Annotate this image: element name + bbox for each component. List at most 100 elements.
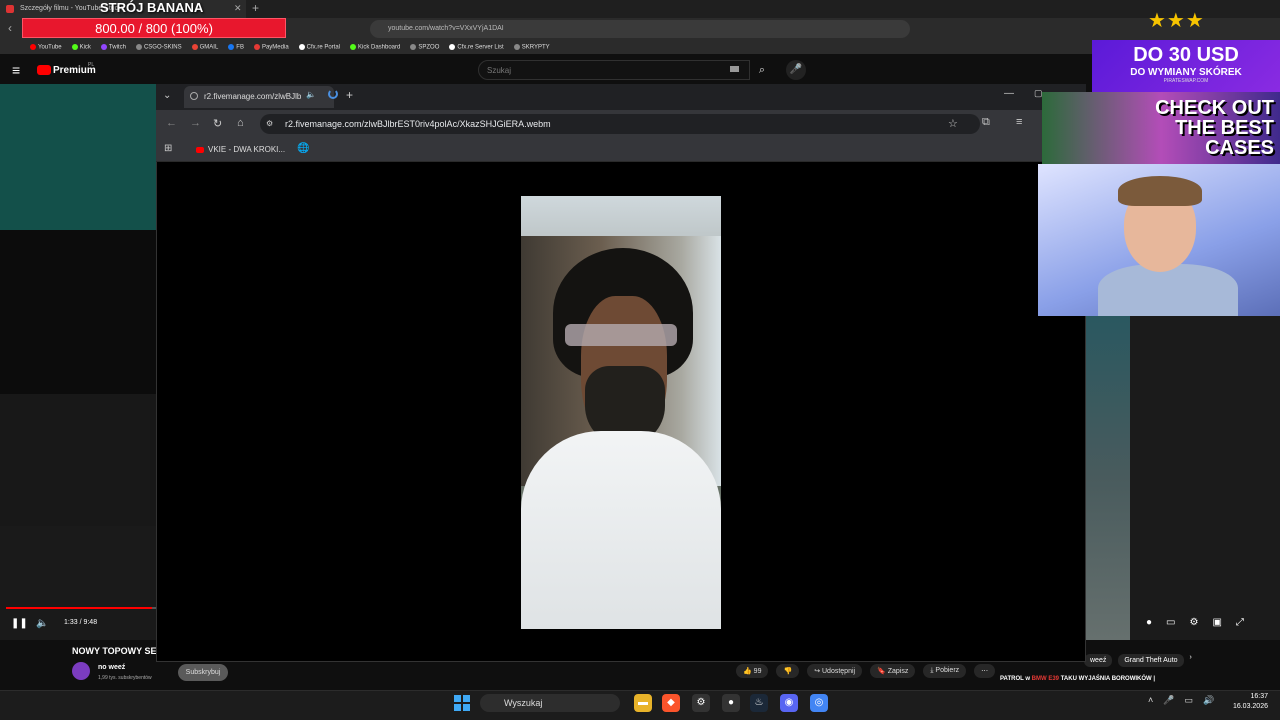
youtube-logo-icon[interactable] <box>37 65 51 75</box>
media-controls-icon[interactable]: ≡ <box>1016 116 1022 128</box>
microphone-icon[interactable]: 🎤 <box>1163 695 1174 706</box>
video-background-segment <box>0 230 156 394</box>
character-sunglasses <box>565 324 677 346</box>
bookmark-item[interactable]: Kick Dashboard <box>350 43 400 50</box>
bookmark-label: YouTube <box>38 44 62 51</box>
search-button[interactable]: ⌕ <box>750 60 774 80</box>
promo-subline: DO WYMIANY SKÓREK <box>1130 67 1242 78</box>
steam-icon[interactable]: ♨ <box>750 694 768 712</box>
inner-address-bar[interactable]: r2.fivemanage.com/zlwBJlbrEST0riv4polAc/… <box>260 114 980 134</box>
bookmark-item[interactable]: PayMedia <box>253 43 289 50</box>
back-icon[interactable]: ‹ <box>8 21 12 35</box>
close-icon[interactable]: ✕ <box>234 3 242 14</box>
settings-icon[interactable]: ⚙ <box>692 694 710 712</box>
obs-icon[interactable]: ● <box>722 694 740 712</box>
theater-icon[interactable]: ▣ <box>1212 617 1221 628</box>
recommendation-title[interactable]: PATROL w BMW E39 TAKU WYJAŚNIA BOROWIKÓW… <box>1000 676 1155 682</box>
reco-highlight: BMW E39 <box>1031 676 1060 682</box>
chrome-icon[interactable]: ◎ <box>810 694 828 712</box>
promo-site: PIRATESWAP.COM <box>1163 78 1209 84</box>
bookmark-label: SPZOO <box>418 44 440 51</box>
fullscreen-icon[interactable]: ⤢ <box>1236 617 1244 628</box>
bookmark-star-icon[interactable]: ☆ <box>948 117 958 130</box>
save-button[interactable]: 🔖 Zapisz <box>870 664 916 678</box>
bookmark-item[interactable]: CSGO-SKINS <box>135 43 182 51</box>
search-input[interactable]: Szukaj <box>478 60 750 80</box>
progress-bar[interactable] <box>6 607 152 609</box>
avatar[interactable] <box>72 662 90 680</box>
subtitles-icon[interactable]: ▭ <box>1166 617 1175 628</box>
network-icon[interactable]: ▭ <box>1184 695 1193 706</box>
menu-icon[interactable]: ≡ <box>12 62 20 78</box>
site-info-icon[interactable]: ⚙ <box>266 119 273 128</box>
brave-browser-icon[interactable]: ◆ <box>662 694 680 712</box>
like-button[interactable]: 👍 99 <box>736 664 769 678</box>
bookmark-favicon-icon <box>298 43 305 50</box>
bookmark-label: Twitch <box>108 44 126 51</box>
microphone-icon[interactable]: 🎤 <box>786 60 806 80</box>
bookmark-item[interactable]: YouTube <box>30 43 62 51</box>
reload-icon[interactable]: ↻ <box>213 117 222 130</box>
promo-headline: DO 30 USD <box>1133 44 1239 66</box>
webm-video-player[interactable] <box>521 196 721 629</box>
bookmark-item[interactable]: Cfx.re Server List <box>449 43 504 50</box>
bookmark-item[interactable]: Kick <box>71 43 91 50</box>
globe-icon[interactable]: 🌐 <box>297 143 309 154</box>
share-button[interactable]: ↪ Udostępnij <box>807 664 863 678</box>
bookmark-favicon-icon <box>350 43 356 50</box>
back-icon[interactable]: ← <box>166 117 177 129</box>
video-background-segment <box>1130 316 1280 640</box>
outer-address-bar[interactable]: youtube.com/watch?v=VXxVYjA1DAI <box>370 20 910 38</box>
apps-grid-icon[interactable]: ⊞ <box>164 143 172 154</box>
chip-bar: weeź Grand Theft Auto › <box>1084 654 1192 667</box>
start-icon[interactable] <box>454 695 470 711</box>
new-tab-icon[interactable]: + <box>346 88 353 102</box>
channel-name[interactable]: no weeź <box>98 664 125 671</box>
cases-banner-text: CHECK OUT THE BEST CASES <box>1155 97 1274 159</box>
loading-icon[interactable] <box>328 89 338 99</box>
tab-search-icon[interactable]: ⌄ <box>163 90 171 101</box>
youtube-icon <box>196 146 204 153</box>
bookmark-item[interactable]: GMAIL <box>191 43 218 50</box>
audio-icon[interactable]: 🔈 <box>306 90 316 99</box>
video-background-segment <box>0 84 156 230</box>
youtube-studio-icon <box>6 5 14 13</box>
bookmark-item[interactable]: VKIE - DWA KROKI... <box>196 145 285 154</box>
new-tab-icon[interactable]: + <box>252 1 259 15</box>
home-icon[interactable]: ⌂ <box>237 117 244 129</box>
bookmark-favicon-icon <box>135 43 142 50</box>
keyboard-icon[interactable] <box>730 66 739 72</box>
chevron-up-icon[interactable]: ˄ <box>1148 695 1153 706</box>
bookmark-item[interactable]: Twitch <box>100 43 126 51</box>
chip[interactable]: Grand Theft Auto <box>1118 654 1184 667</box>
discord-icon[interactable]: ◉ <box>780 694 798 712</box>
forward-icon[interactable]: → <box>190 117 201 129</box>
bookmark-item[interactable]: SKRYPTY <box>513 43 550 50</box>
file-explorer-icon[interactable]: ▬ <box>634 694 652 712</box>
minimize-icon[interactable]: — <box>1004 88 1014 99</box>
taskbar-search[interactable]: Wyszukaj <box>480 694 620 712</box>
bookmark-item[interactable]: SPZOO <box>410 43 440 51</box>
volume-icon[interactable]: 🔈 <box>36 618 48 629</box>
download-button[interactable]: ⤓ Pobierz <box>923 664 967 678</box>
autoplay-icon[interactable]: ● <box>1146 617 1152 628</box>
pause-icon[interactable]: ❚❚ <box>11 618 28 629</box>
chevron-right-icon[interactable]: › <box>1190 654 1192 667</box>
bookmark-label: CSGO-SKINS <box>143 44 182 51</box>
settings-icon[interactable]: ⚙ <box>1190 617 1199 628</box>
bookmark-item[interactable]: FB <box>228 43 244 50</box>
dislike-button[interactable]: 👎 <box>776 664 800 678</box>
chip[interactable]: weeź <box>1084 654 1113 667</box>
subscribe-button[interactable]: Subskrybuj <box>178 664 228 681</box>
bookmark-favicon-icon <box>100 43 107 50</box>
bookmark-item[interactable]: Cfx.re Portal <box>298 43 340 50</box>
clock[interactable]: 16:37 16.03.2026 <box>1228 692 1268 712</box>
streamer-hoodie <box>1098 264 1238 316</box>
extensions-icon[interactable]: ⧉ <box>982 116 990 129</box>
clock-date: 16.03.2026 <box>1232 703 1268 710</box>
player-controls-right: ● ▭ ⚙ ▣ ⤢ <box>1146 617 1244 628</box>
video-background-segment <box>1086 316 1130 640</box>
more-options-icon[interactable]: ⋯ <box>974 664 996 678</box>
video-actions: 👍 99 👎 ↪ Udostępnij 🔖 Zapisz ⤓ Pobierz ⋯ <box>736 664 996 678</box>
volume-icon[interactable]: 🔊 <box>1203 695 1214 706</box>
